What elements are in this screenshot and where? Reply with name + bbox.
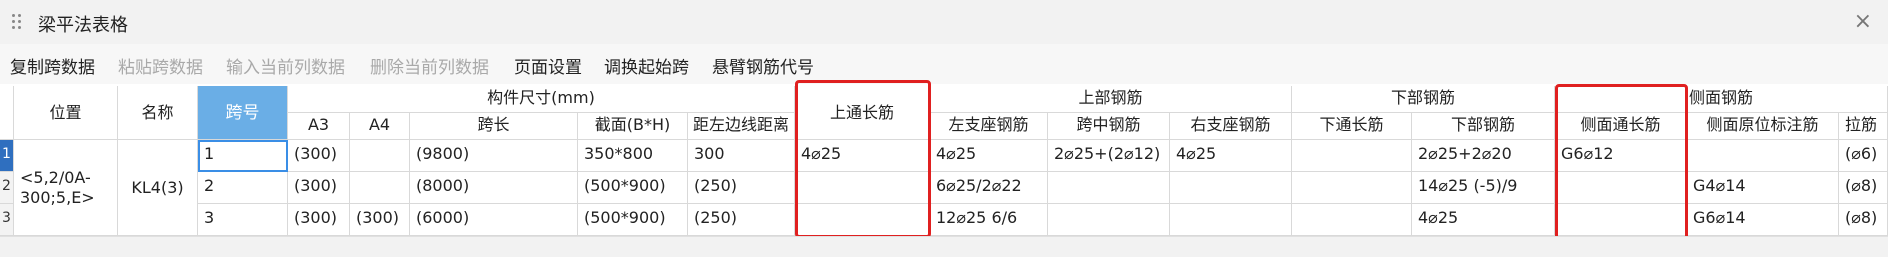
copy-span-data-button[interactable]: 复制跨数据 bbox=[10, 53, 95, 78]
header-position[interactable]: 位置 bbox=[14, 86, 118, 140]
header-a4[interactable]: A4 bbox=[350, 113, 410, 140]
header-group-dimensions: 构件尺寸(mm) bbox=[288, 86, 795, 113]
section-cell[interactable]: (500*900) bbox=[578, 172, 688, 204]
drag-handle-icon[interactable] bbox=[12, 14, 24, 32]
header-group-bottom-bars: 下部钢筋 bbox=[1292, 86, 1555, 113]
header-group-top-bars: 上部钢筋 bbox=[930, 86, 1292, 113]
side-through-cell[interactable]: G6⌀12 bbox=[1555, 140, 1687, 172]
side-original-cell[interactable] bbox=[1687, 140, 1839, 172]
span-cell[interactable]: 3 bbox=[198, 204, 288, 236]
a3-cell[interactable]: (300) bbox=[288, 204, 350, 236]
window-title: 梁平法表格 bbox=[38, 15, 128, 36]
a3-cell[interactable]: (300) bbox=[288, 140, 350, 172]
header-span-number[interactable]: 跨号 bbox=[198, 86, 288, 140]
left-support-cell[interactable]: 12⌀25 6/6 bbox=[930, 204, 1048, 236]
mid-span-cell[interactable] bbox=[1048, 172, 1170, 204]
close-icon[interactable]: × bbox=[1854, 9, 1872, 34]
paste-span-data-button[interactable]: 粘贴跨数据 bbox=[118, 53, 203, 78]
cantilever-code-button[interactable]: 悬臂钢筋代号 bbox=[712, 53, 814, 78]
span-length-cell[interactable]: (9800) bbox=[410, 140, 578, 172]
span-cell[interactable]: 2 bbox=[198, 172, 288, 204]
name-cell[interactable]: KL4(3) bbox=[118, 140, 198, 236]
right-support-cell[interactable]: 4⌀25 bbox=[1170, 140, 1292, 172]
side-through-cell[interactable] bbox=[1555, 172, 1687, 204]
offset-cell[interactable]: 300 bbox=[688, 140, 795, 172]
header-right-support[interactable]: 右支座钢筋 bbox=[1170, 113, 1292, 140]
tie-cell[interactable]: (⌀8) bbox=[1839, 172, 1888, 204]
header-bottom-through[interactable]: 下通长筋 bbox=[1292, 113, 1412, 140]
header-tie-bar[interactable]: 拉筋 bbox=[1839, 113, 1888, 140]
header-offset[interactable]: 距左边线距离 bbox=[688, 113, 795, 140]
top-through-cell[interactable] bbox=[795, 172, 930, 204]
row-number[interactable]: 1 bbox=[0, 140, 14, 172]
top-through-cell[interactable] bbox=[795, 204, 930, 236]
right-support-cell[interactable] bbox=[1170, 172, 1292, 204]
top-through-cell[interactable]: 4⌀25 bbox=[795, 140, 930, 172]
toolbar: 复制跨数据 粘贴跨数据 输入当前列数据 删除当前列数据 页面设置 调换起始跨 悬… bbox=[0, 44, 1888, 84]
tie-cell[interactable]: (⌀8) bbox=[1839, 204, 1888, 236]
a4-cell[interactable]: (300) bbox=[350, 204, 410, 236]
section-cell[interactable]: 350*800 bbox=[578, 140, 688, 172]
bottom-bar-cell[interactable]: 14⌀25 (-5)/9 bbox=[1412, 172, 1555, 204]
header-side-original[interactable]: 侧面原位标注筋 bbox=[1687, 113, 1839, 140]
right-support-cell[interactable] bbox=[1170, 204, 1292, 236]
header-left-support[interactable]: 左支座钢筋 bbox=[930, 113, 1048, 140]
header-group-side-bars: 侧面钢筋 bbox=[1555, 86, 1888, 113]
beam-table: 位置 名称 跨号 构件尺寸(mm) A3 A4 跨长 截面(B*H) 距左边线距… bbox=[0, 86, 1888, 236]
a3-cell[interactable]: (300) bbox=[288, 172, 350, 204]
delete-column-data-button[interactable]: 删除当前列数据 bbox=[370, 53, 489, 78]
header-side-through[interactable]: 侧面通长筋 bbox=[1555, 113, 1687, 140]
title-bar[interactable]: 梁平法表格 × bbox=[0, 0, 1888, 45]
left-support-cell[interactable]: 6⌀25/2⌀22 bbox=[930, 172, 1048, 204]
mid-span-cell[interactable]: 2⌀25+(2⌀12) bbox=[1048, 140, 1170, 172]
offset-cell[interactable]: (250) bbox=[688, 172, 795, 204]
a4-cell[interactable] bbox=[350, 172, 410, 204]
swap-start-span-button[interactable]: 调换起始跨 bbox=[604, 53, 689, 78]
bottom-through-cell[interactable] bbox=[1292, 172, 1412, 204]
header-top-through-bar[interactable]: 上通长筋 bbox=[795, 86, 930, 140]
bottom-bar-cell[interactable]: 4⌀25 bbox=[1412, 204, 1555, 236]
a4-cell[interactable] bbox=[350, 140, 410, 172]
status-strip bbox=[0, 236, 1888, 257]
header-span-length[interactable]: 跨长 bbox=[410, 113, 578, 140]
bottom-through-cell[interactable] bbox=[1292, 204, 1412, 236]
offset-cell[interactable]: (250) bbox=[688, 204, 795, 236]
mid-span-cell[interactable] bbox=[1048, 204, 1170, 236]
page-setup-button[interactable]: 页面设置 bbox=[514, 53, 582, 78]
bottom-through-cell[interactable] bbox=[1292, 140, 1412, 172]
header-name[interactable]: 名称 bbox=[118, 86, 198, 140]
header-bottom-bar[interactable]: 下部钢筋 bbox=[1412, 113, 1555, 140]
row-number[interactable]: 2 bbox=[0, 172, 14, 204]
bottom-bar-cell[interactable]: 2⌀25+2⌀20 bbox=[1412, 140, 1555, 172]
header-a3[interactable]: A3 bbox=[288, 113, 350, 140]
section-cell[interactable]: (500*900) bbox=[578, 204, 688, 236]
span-cell[interactable]: 1 bbox=[198, 140, 288, 172]
span-length-cell[interactable]: (6000) bbox=[410, 204, 578, 236]
left-support-cell[interactable]: 4⌀25 bbox=[930, 140, 1048, 172]
side-through-cell[interactable] bbox=[1555, 204, 1687, 236]
span-length-cell[interactable]: (8000) bbox=[410, 172, 578, 204]
input-column-data-button[interactable]: 输入当前列数据 bbox=[226, 53, 345, 78]
side-original-cell[interactable]: G4⌀14 bbox=[1687, 172, 1839, 204]
header-section[interactable]: 截面(B*H) bbox=[578, 113, 688, 140]
side-original-cell[interactable]: G6⌀14 bbox=[1687, 204, 1839, 236]
tie-cell[interactable]: (⌀6) bbox=[1839, 140, 1888, 172]
header-mid-span[interactable]: 跨中钢筋 bbox=[1048, 113, 1170, 140]
corner-header bbox=[0, 86, 14, 140]
row-number[interactable]: 3 bbox=[0, 204, 14, 236]
position-cell[interactable]: <5,2/0A-300;5,E> bbox=[14, 140, 118, 236]
